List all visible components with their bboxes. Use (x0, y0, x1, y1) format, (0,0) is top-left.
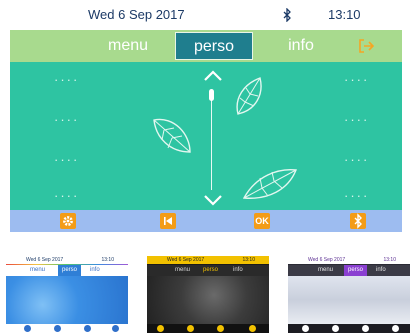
theme-thumbnail-dark[interactable]: Wed 6 Sep 2017 13:10 menu perso info (147, 256, 269, 333)
thumb-date: Wed 6 Sep 2017 (167, 257, 205, 263)
thumb-tab-perso: perso (58, 265, 82, 276)
tab-menu[interactable]: menu (98, 30, 158, 62)
previous-icon (164, 217, 172, 225)
ok-button[interactable]: OK (254, 213, 270, 229)
leaf-icon (242, 169, 297, 199)
tab-perso[interactable]: perso (175, 32, 253, 60)
exit-icon[interactable] (358, 39, 374, 53)
tab-info[interactable]: info (278, 30, 324, 62)
theme-thumbnail-blue[interactable]: Wed 6 Sep 2017 13:10 menu perso info (6, 256, 128, 333)
thumb-tab-info: info (233, 267, 243, 273)
thumb-tab-perso: perso (344, 265, 368, 276)
thumb-tab-bar: menu perso info (288, 265, 410, 276)
thumb-content (6, 276, 128, 324)
status-bar: Wed 6 Sep 2017 13:10 (10, 0, 402, 28)
tab-bar: menu perso info (10, 30, 402, 62)
thumb-date: Wed 6 Sep 2017 (26, 257, 64, 263)
right-key-2[interactable]: ···· (344, 112, 369, 127)
leaf-icon (153, 118, 191, 153)
thumb-tab-info: info (90, 267, 100, 273)
perso-content: ···· ···· ···· ···· ···· ···· ···· ···· (10, 62, 402, 210)
thumb-softkey-bar (147, 324, 269, 333)
gear-icon (63, 216, 73, 226)
status-date: Wed 6 Sep 2017 (88, 7, 185, 22)
thumb-softkey-bar (6, 324, 128, 333)
status-time: 13:10 (328, 7, 361, 22)
scroll-track[interactable] (211, 90, 212, 190)
thumb-time: 13:10 (101, 257, 114, 263)
bluetooth-icon (354, 213, 362, 229)
thumb-tab-bar: menu perso info (6, 265, 128, 276)
softkey-bar: OK (10, 210, 402, 232)
scroll-thumb[interactable] (209, 89, 214, 101)
scroll-up-icon[interactable] (203, 70, 223, 82)
thumb-tab-menu: menu (175, 267, 191, 273)
left-key-1[interactable]: ···· (54, 72, 79, 87)
thumb-content (147, 276, 269, 324)
right-key-3[interactable]: ···· (344, 152, 369, 167)
thumb-time: 13:10 (383, 257, 396, 263)
bluetooth-button[interactable] (350, 213, 366, 229)
thumb-tab-info: info (376, 267, 386, 273)
previous-button[interactable] (160, 213, 176, 229)
phone-screen: Wed 6 Sep 2017 13:10 menu perso info ···… (10, 0, 402, 232)
left-key-2[interactable]: ···· (54, 112, 79, 127)
bluetooth-icon (283, 8, 291, 22)
scroll-down-icon[interactable] (203, 194, 223, 206)
thumb-tab-menu: menu (30, 267, 46, 273)
thumb-date: Wed 6 Sep 2017 (308, 257, 346, 263)
left-key-4[interactable]: ···· (54, 188, 79, 203)
right-key-1[interactable]: ···· (344, 72, 369, 87)
right-key-4[interactable]: ···· (344, 188, 369, 203)
thumb-tab-menu: menu (318, 267, 334, 273)
leaf-icon (236, 77, 262, 115)
thumb-content (288, 276, 410, 324)
settings-button[interactable] (60, 213, 76, 229)
thumb-time: 13:10 (242, 257, 255, 263)
thumb-softkey-bar (288, 324, 410, 333)
theme-thumbnail-purple[interactable]: Wed 6 Sep 2017 13:10 menu perso info (288, 256, 410, 333)
thumb-tab-bar: menu perso info (147, 265, 269, 277)
left-key-3[interactable]: ···· (54, 152, 79, 167)
